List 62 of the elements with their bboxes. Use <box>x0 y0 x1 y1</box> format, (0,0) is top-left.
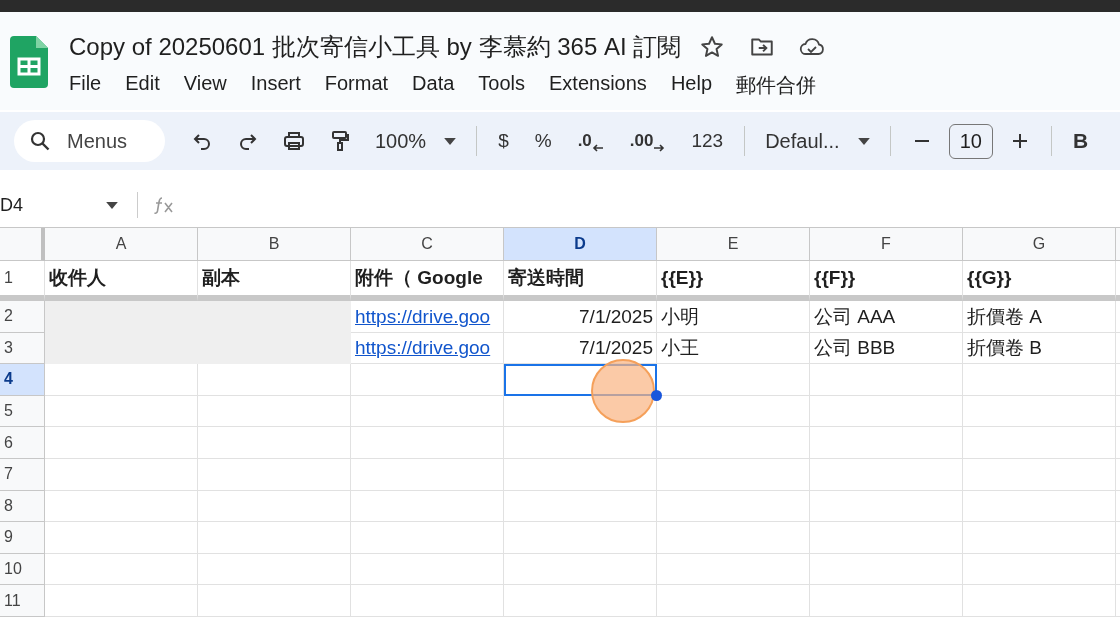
dropdown[interactable]: 100% <box>375 129 457 153</box>
row-header[interactable]: 6 <box>0 427 45 459</box>
row-header[interactable]: 2 <box>0 301 45 333</box>
menu-item[interactable]: Data <box>412 72 467 99</box>
search-icon <box>28 129 52 153</box>
click-indicator <box>591 359 655 423</box>
table-cell[interactable]: 折價卷 B <box>963 332 1116 365</box>
dropdown[interactable]: Defaul... <box>765 129 870 153</box>
column-header[interactable]: D <box>504 228 657 261</box>
table-cell[interactable]: 小王 <box>657 332 810 365</box>
font-size-field[interactable]: 10 <box>948 123 993 159</box>
column-header[interactable]: G <box>963 228 1116 261</box>
table-cell[interactable]: 折價卷 A <box>963 301 1116 333</box>
link[interactable]: https://drive.goo <box>355 337 491 360</box>
row-header[interactable]: 4 <box>0 364 45 396</box>
document-title[interactable]: Copy of 20250601 批次寄信小工具 by 李慕約 365 AI 訂閱 <box>69 31 682 63</box>
caret-icon[interactable] <box>857 137 870 145</box>
menu-item[interactable]: 郵件合併 <box>736 72 828 99</box>
bold-button[interactable]: B <box>1072 129 1089 153</box>
menu-item[interactable]: Edit <box>125 72 172 99</box>
decrease-decimal-button[interactable]: .0 <box>577 130 604 152</box>
row-header[interactable]: 3 <box>0 332 45 365</box>
menu-item[interactable]: Format <box>324 72 401 99</box>
row-header[interactable]: 9 <box>0 522 45 554</box>
menu-item[interactable]: View <box>183 72 239 99</box>
menu-item[interactable]: Insert <box>250 72 313 99</box>
row-header[interactable]: 7 <box>0 458 45 491</box>
toolbar-button[interactable]: % <box>534 130 552 152</box>
increase-decimal-button[interactable]: .00 <box>629 130 666 152</box>
caret-icon[interactable] <box>106 201 118 209</box>
row-header[interactable]: 11 <box>0 585 45 617</box>
menu-item[interactable]: Help <box>670 72 724 99</box>
column-header[interactable]: C <box>351 228 504 261</box>
table-cell[interactable]: 公司 BBB <box>810 332 963 365</box>
fill-handle[interactable] <box>651 390 662 401</box>
table-cell[interactable]: 7/1/2025 <box>504 301 657 333</box>
column-header[interactable]: E <box>657 228 810 261</box>
column-header[interactable]: F <box>810 228 963 261</box>
toolbar-button[interactable]: $ <box>498 130 509 152</box>
table-cell[interactable]: 7/1/2025 <box>504 332 657 365</box>
menu-item[interactable]: Extensions <box>549 72 659 99</box>
menu-item[interactable]: File <box>69 72 114 99</box>
link[interactable]: https://drive.goo <box>355 305 491 328</box>
row-header[interactable]: 10 <box>0 553 45 586</box>
caret-icon[interactable] <box>444 137 457 145</box>
column-header[interactable]: B <box>198 228 351 261</box>
row-header[interactable]: 8 <box>0 490 45 523</box>
table-cell[interactable]: 小明 <box>657 301 810 333</box>
arrow-icon[interactable] <box>653 144 666 152</box>
print-icon[interactable] <box>282 129 306 153</box>
name-box[interactable]: D4 <box>0 194 100 216</box>
menu-item[interactable]: Tools <box>478 72 538 99</box>
menu-search-field[interactable]: Menus <box>14 120 165 162</box>
table-cell[interactable]: 公司 AAA <box>810 301 963 333</box>
toolbar-button[interactable]: 123 <box>691 130 724 152</box>
column-header[interactable]: A <box>45 228 198 261</box>
row-header[interactable]: 5 <box>0 395 45 428</box>
row-header[interactable]: 1 <box>0 261 45 301</box>
sheets-logo-icon[interactable] <box>10 36 48 88</box>
arrow-icon[interactable] <box>591 144 604 152</box>
corner-cell[interactable] <box>0 228 45 261</box>
star-icon[interactable] <box>699 34 726 60</box>
